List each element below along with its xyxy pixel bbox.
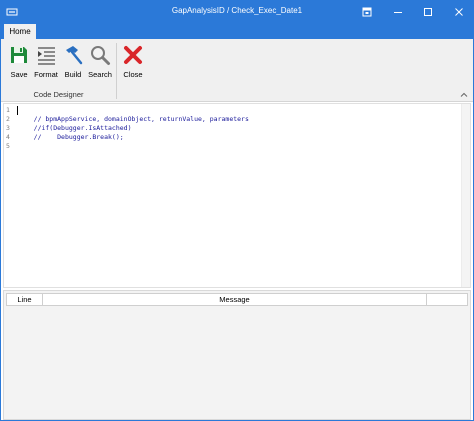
line-number: 5 bbox=[6, 142, 10, 150]
messages-grid[interactable]: Line Message bbox=[3, 290, 471, 420]
chevron-up-icon[interactable] bbox=[460, 91, 468, 99]
close-button[interactable]: Close bbox=[120, 42, 146, 84]
search-icon bbox=[91, 46, 110, 65]
format-icon bbox=[38, 47, 55, 65]
line-number: 1 bbox=[6, 106, 10, 114]
ribbon-tab-strip: Home bbox=[1, 23, 473, 39]
code-line: //if(Debugger.IsAttached) bbox=[18, 124, 132, 132]
editor-vertical-scrollbar[interactable] bbox=[461, 104, 470, 287]
title-bar[interactable]: GapAnalysisID / Check_Exec_Date1 bbox=[1, 1, 473, 23]
code-line: // bpmAppService, domainObject, returnVa… bbox=[18, 115, 249, 123]
ribbon-group-label: Code Designer bbox=[33, 90, 84, 99]
code-designer-window: GapAnalysisID / Check_Exec_Date1 Home Sa… bbox=[0, 0, 474, 421]
line-number-gutter: 1 2 3 4 5 bbox=[4, 104, 14, 287]
line-number: 4 bbox=[6, 133, 10, 141]
line-number: 3 bbox=[6, 124, 10, 132]
maximize-icon bbox=[424, 8, 432, 16]
window-layout-icon bbox=[362, 7, 372, 17]
hammer-icon bbox=[66, 46, 83, 65]
search-button[interactable]: Search bbox=[87, 42, 113, 84]
code-line: // Debugger.Break(); bbox=[18, 133, 124, 141]
save-icon bbox=[11, 47, 27, 63]
maximize-button[interactable] bbox=[420, 4, 436, 20]
close-window-icon bbox=[455, 8, 463, 16]
close-icon bbox=[124, 46, 142, 64]
code-editor[interactable]: 1 2 3 4 5 // bpmAppService, domainObject… bbox=[3, 103, 471, 288]
minimize-icon bbox=[394, 12, 402, 13]
tab-home[interactable]: Home bbox=[4, 24, 36, 39]
column-header-message[interactable]: Message bbox=[43, 294, 427, 305]
grid-header: Line Message bbox=[6, 293, 468, 306]
text-caret bbox=[17, 106, 18, 115]
ribbon: Save Format Build Search Close Code Desi… bbox=[1, 39, 473, 102]
line-number: 2 bbox=[6, 115, 10, 123]
minimize-button[interactable] bbox=[390, 4, 406, 20]
close-label: Close bbox=[123, 70, 143, 79]
close-window-button[interactable] bbox=[451, 4, 467, 20]
restore-layout-button[interactable] bbox=[359, 4, 375, 20]
column-header-line[interactable]: Line bbox=[7, 294, 43, 305]
